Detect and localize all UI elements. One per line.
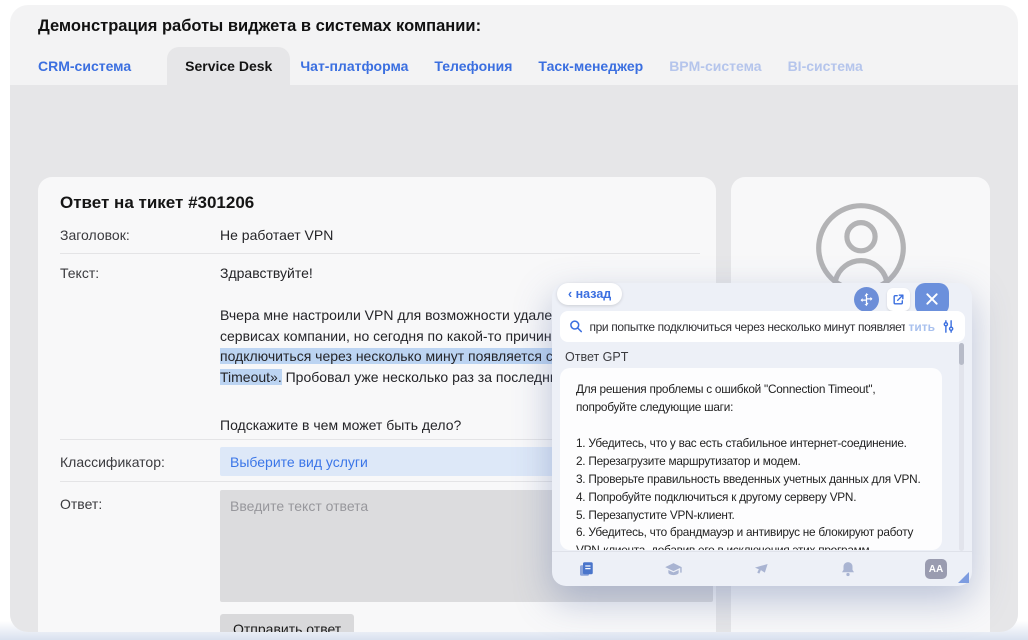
system-tabs: CRM-система Service Desk Чат-платформа Т… xyxy=(38,47,889,85)
tab-bpm: BPM-система xyxy=(669,58,762,74)
classifier-label: Классификатор: xyxy=(60,454,165,470)
widget-footer-toolbar: AA xyxy=(552,551,972,586)
move-widget-button[interactable] xyxy=(854,287,879,312)
subject-label: Заголовок: xyxy=(60,227,130,243)
notifications-button[interactable] xyxy=(839,560,857,578)
search-input[interactable]: при попытке подключиться через несколько… xyxy=(560,311,965,342)
text-label: Текст: xyxy=(60,265,100,281)
gpt-answer-step: 4. Попробуйте подключиться к другому сер… xyxy=(576,489,857,504)
obscured-button-text: тить xyxy=(908,319,935,334)
widget-resize-handle[interactable] xyxy=(958,572,969,583)
gpt-answer-step: 3. Проверьте правильность введенных учет… xyxy=(576,471,921,486)
search-icon xyxy=(570,320,583,333)
tab-telephony[interactable]: Телефония xyxy=(434,58,512,74)
move-icon xyxy=(860,292,873,307)
font-size-button[interactable]: AA xyxy=(925,559,947,579)
ticket-greeting: Здравствуйте! xyxy=(220,265,313,281)
answer-label: Ответ: xyxy=(60,496,103,512)
tab-crm[interactable]: CRM-система xyxy=(38,58,131,74)
announcements-button[interactable] xyxy=(751,560,770,579)
tab-service-desk[interactable]: Service Desk xyxy=(167,47,291,85)
assistant-widget: ‹ назад при попытке подключиться через н… xyxy=(552,283,972,586)
bell-icon xyxy=(841,562,854,577)
training-button[interactable] xyxy=(664,560,683,579)
filter-sliders-icon xyxy=(943,320,954,333)
tab-chat-platform[interactable]: Чат-платформа xyxy=(300,58,408,74)
divider xyxy=(60,253,700,254)
graduation-cap-icon xyxy=(664,562,682,575)
external-link-icon xyxy=(893,294,904,305)
gpt-answer-section-label: Ответ GPT xyxy=(565,350,629,364)
documents-icon xyxy=(580,562,593,576)
close-icon xyxy=(926,293,938,305)
page-title: Демонстрация работы виджета в системах к… xyxy=(38,17,482,35)
gpt-answer-step: 6. Убедитесь, что брандмауэр и антивирус… xyxy=(576,525,914,550)
search-filter-button[interactable] xyxy=(941,319,956,334)
tab-bi: BI-система xyxy=(787,58,863,74)
scrollbar-thumb[interactable] xyxy=(959,343,964,365)
person-icon xyxy=(815,203,906,293)
gpt-answer-step: 1. Убедитесь, что у вас есть стабильное … xyxy=(576,435,907,450)
gpt-answer-intro: Для решения проблемы с ошибкой "Connecti… xyxy=(576,382,876,414)
back-button[interactable]: ‹ назад xyxy=(557,283,623,305)
aa-badge: AA xyxy=(925,559,947,579)
widget-scrollbar[interactable] xyxy=(959,343,964,551)
tab-task-manager[interactable]: Таск-менеджер xyxy=(538,58,643,74)
subject-value: Не работает VPN xyxy=(220,227,334,243)
open-external-button[interactable] xyxy=(887,288,910,311)
ticket-title: Ответ на тикет #301206 xyxy=(60,193,255,212)
gpt-answer-step: 5. Перезапустите VPN-клиент. xyxy=(576,507,735,522)
submit-answer-button[interactable]: Отправить ответ xyxy=(220,614,355,632)
gpt-answer-card: Для решения проблемы с ошибкой "Connecti… xyxy=(560,368,942,550)
search-query-text: при попытке подключиться через несколько… xyxy=(589,319,906,334)
ticket-question: Подскажите в чем может быть дело? xyxy=(220,417,462,433)
ticket-body-post: Пробовал уже несколько раз за последний … xyxy=(281,368,596,385)
gpt-answer-step: 2. Перезагрузите маршрутизатор и модем. xyxy=(576,453,801,468)
knowledge-base-button[interactable] xyxy=(577,560,595,578)
megaphone-icon xyxy=(754,563,768,574)
